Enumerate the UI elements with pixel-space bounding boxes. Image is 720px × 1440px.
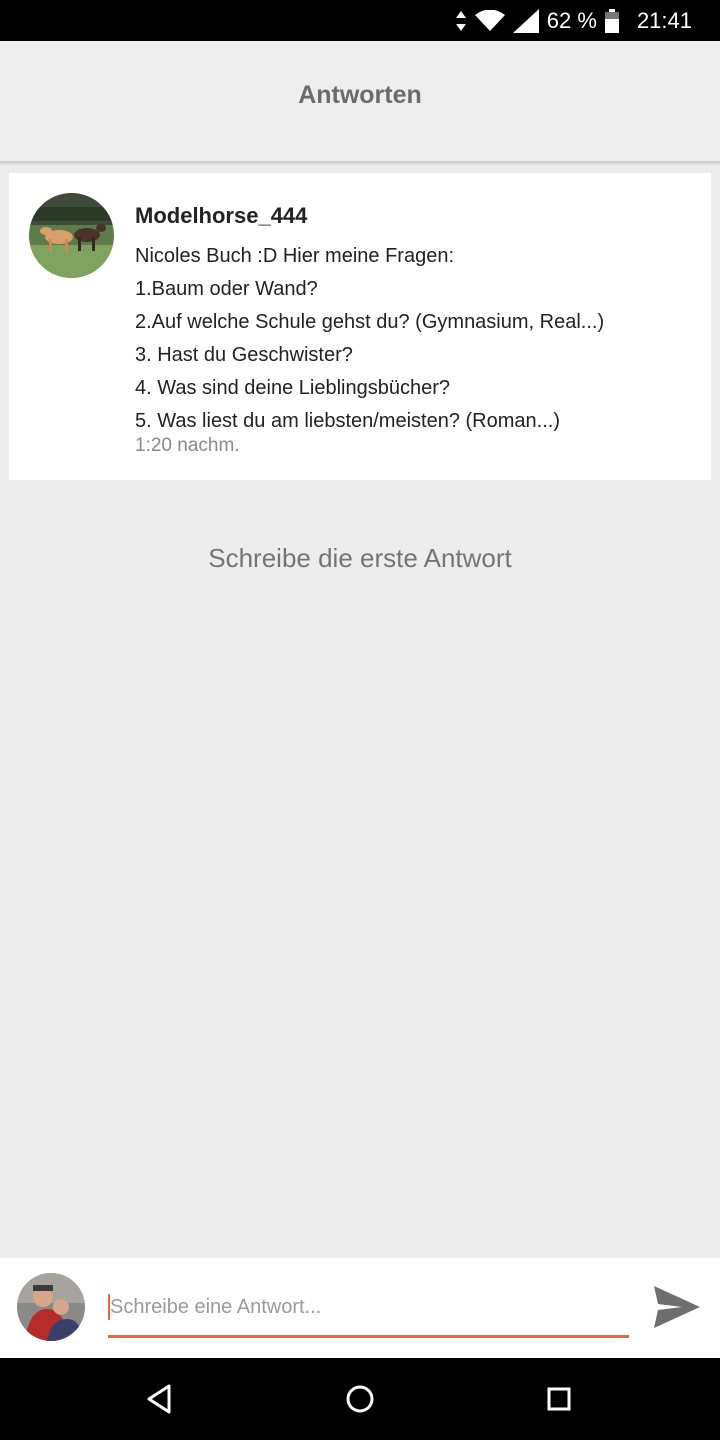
- battery-percent: 62 %: [546, 8, 597, 33]
- avatar[interactable]: [29, 193, 114, 278]
- app-bar: Antworten: [0, 41, 720, 163]
- user-photo-icon: [17, 1273, 85, 1341]
- reply-input[interactable]: [108, 1284, 629, 1330]
- horses-photo-icon: [29, 193, 114, 278]
- reply-field-wrapper: [108, 1284, 629, 1338]
- post-username[interactable]: Modelhorse_444: [135, 203, 307, 229]
- recents-button[interactable]: [538, 1378, 580, 1420]
- back-button[interactable]: [139, 1378, 181, 1420]
- post-line: 3. Hast du Geschwister?: [135, 344, 353, 366]
- back-icon: [147, 1384, 171, 1414]
- status-bar: 62 % 21:41: [0, 0, 720, 41]
- status-icons: 62 % 21:41: [455, 0, 692, 41]
- data-arrows-icon: [455, 10, 466, 31]
- post-line: Nicoles Buch :D Hier meine Fragen:: [135, 245, 455, 267]
- page-title: Antworten: [298, 81, 422, 109]
- clock: 21:41: [636, 8, 692, 33]
- home-button[interactable]: [339, 1378, 381, 1420]
- post-timestamp: 1:20 nachm.: [135, 435, 240, 456]
- battery-icon: [604, 8, 619, 33]
- post-line: 1.Baum oder Wand?: [135, 278, 318, 300]
- send-icon: [654, 1286, 700, 1328]
- post-body: Nicoles Buch :D Hier meine Fragen: 1.Bau…: [135, 240, 695, 438]
- text-caret: [108, 1294, 110, 1320]
- post-card: Modelhorse_444 Nicoles Buch :D Hier mein…: [9, 173, 711, 480]
- user-avatar[interactable]: [17, 1273, 85, 1341]
- post-line: 2.Auf welche Schule gehst du? (Gymnasium…: [135, 311, 605, 333]
- reply-bar: [0, 1258, 720, 1358]
- signal-icon: [512, 8, 539, 33]
- empty-state-text: Schreibe die erste Antwort: [208, 543, 512, 573]
- recents-icon: [547, 1387, 571, 1411]
- navigation-bar: [0, 1358, 720, 1440]
- post-line: 5. Was liest du am liebsten/meisten? (Ro…: [135, 410, 560, 432]
- home-icon: [346, 1385, 374, 1413]
- send-button[interactable]: [652, 1284, 702, 1330]
- post-line: 4. Was sind deine Lieblingsbücher?: [135, 377, 451, 399]
- wifi-icon: [474, 9, 505, 31]
